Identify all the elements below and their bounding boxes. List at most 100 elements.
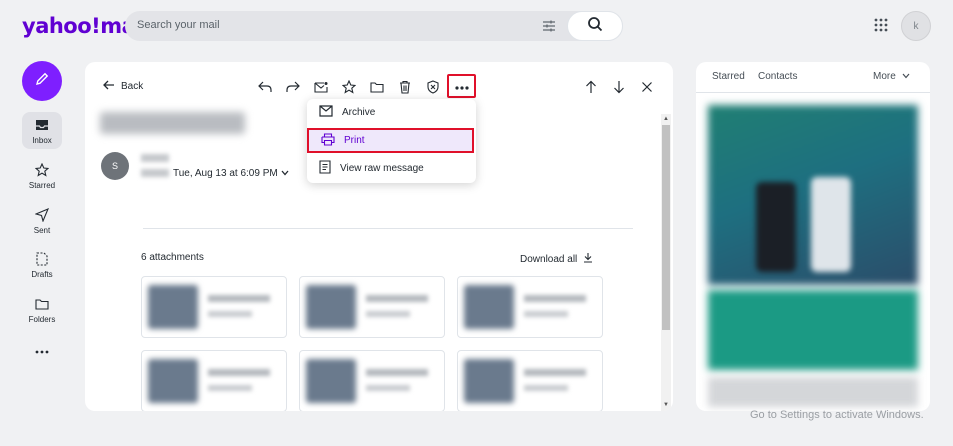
back-button[interactable]: Back: [103, 80, 143, 93]
menu-item-archive[interactable]: Archive: [307, 100, 476, 125]
attachment-card[interactable]: [299, 350, 445, 411]
star-icon[interactable]: [341, 79, 357, 95]
sidebar-more-button[interactable]: [22, 344, 62, 363]
more-actions-menu: Archive Print View raw message: [307, 99, 476, 183]
mark-unread-icon[interactable]: [313, 79, 329, 95]
attachment-card[interactable]: [457, 350, 603, 411]
attachment-filename: [366, 295, 428, 302]
attachment-thumbnail: [148, 359, 198, 403]
folder-icon: [22, 296, 62, 312]
attachment-filename: [524, 369, 586, 376]
attachment-thumbnail: [464, 359, 514, 403]
send-icon: [22, 207, 62, 223]
attachment-filename: [208, 369, 270, 376]
advertisement-banner[interactable]: [708, 290, 918, 370]
menu-item-label: Print: [344, 135, 365, 146]
archive-icon: [319, 105, 333, 120]
sidebar-item-label: Drafts: [31, 270, 53, 279]
message-date[interactable]: Tue, Aug 13 at 6:09 PM: [173, 168, 289, 179]
reply-icon[interactable]: [257, 79, 273, 95]
spam-shield-icon[interactable]: [425, 79, 441, 95]
more-actions-button[interactable]: [447, 74, 476, 98]
search-button[interactable]: [567, 11, 623, 41]
search-bar[interactable]: Search your mail: [125, 11, 623, 41]
attachment-filename: [208, 295, 270, 302]
move-folder-icon[interactable]: [369, 79, 385, 95]
ad-image: [811, 177, 851, 272]
attachment-card[interactable]: [299, 276, 445, 338]
sender-email: [141, 169, 169, 177]
download-icon: [583, 252, 593, 266]
divider: [143, 228, 633, 229]
arrow-down-icon[interactable]: [611, 79, 627, 95]
chevron-down-icon: [281, 168, 289, 179]
apps-grid-icon[interactable]: [874, 18, 888, 32]
compose-button[interactable]: [22, 61, 62, 101]
sender-avatar: S: [101, 152, 129, 180]
subject-heading: [100, 112, 245, 134]
sidebar-item-label: Sent: [33, 226, 51, 235]
download-all-label: Download all: [520, 253, 578, 265]
divider: [696, 92, 930, 93]
star-icon: [22, 162, 62, 178]
ad-image: [756, 182, 796, 272]
sidebar-item-folders[interactable]: Folders: [22, 296, 62, 324]
document-icon: [319, 160, 331, 177]
download-all-button[interactable]: Download all: [520, 252, 593, 266]
menu-item-label: View raw message: [340, 163, 424, 174]
attachment-thumbnail: [306, 359, 356, 403]
tab-contacts[interactable]: Contacts: [758, 71, 797, 82]
sidebar-item-label: Starred: [28, 181, 56, 190]
sidebar-item-drafts[interactable]: Drafts: [22, 251, 62, 279]
attachment-size: [524, 385, 568, 391]
attachment-thumbnail: [306, 285, 356, 329]
scrollbar-thumb[interactable]: [662, 125, 670, 330]
more-horizontal-icon: [454, 77, 469, 95]
attachment-size: [208, 385, 252, 391]
right-panel-more-label: More: [873, 71, 896, 82]
sidebar-item-label: Inbox: [32, 136, 52, 145]
attachment-card[interactable]: [141, 350, 287, 411]
menu-item-view-raw-message[interactable]: View raw message: [307, 156, 476, 181]
arrow-left-icon: [103, 80, 115, 93]
attachment-card[interactable]: [141, 276, 287, 338]
sidebar-item-sent[interactable]: Sent: [22, 207, 62, 235]
trash-icon[interactable]: [397, 79, 413, 95]
scroll-up-arrow-icon[interactable]: ▲: [662, 115, 670, 123]
close-icon[interactable]: [639, 79, 655, 95]
chevron-down-icon: [902, 71, 910, 82]
sender-name[interactable]: [141, 154, 169, 162]
attachment-size: [524, 311, 568, 317]
filter-icon[interactable]: [541, 18, 557, 34]
right-panel: Starred Contacts More: [696, 62, 930, 411]
printer-icon: [321, 132, 335, 149]
sidebar-item-label: Folders: [28, 315, 56, 324]
inbox-icon: [22, 117, 62, 133]
more-horizontal-icon: [22, 344, 62, 360]
attachment-size: [208, 311, 252, 317]
attachment-filename: [366, 369, 428, 376]
account-avatar[interactable]: k: [901, 11, 931, 41]
sidebar-item-starred[interactable]: Starred: [22, 162, 62, 190]
tab-starred[interactable]: Starred: [712, 71, 745, 82]
arrow-up-icon[interactable]: [583, 79, 599, 95]
search-icon: [587, 16, 603, 37]
sidebar-item-inbox[interactable]: Inbox: [22, 112, 62, 149]
scroll-down-arrow-icon[interactable]: ▼: [662, 401, 670, 409]
search-input[interactable]: Search your mail: [137, 19, 220, 31]
attachment-size: [366, 311, 410, 317]
attachment-size: [366, 385, 410, 391]
forward-icon[interactable]: [285, 79, 301, 95]
draft-icon: [22, 251, 62, 267]
pencil-icon: [34, 71, 50, 92]
menu-item-label: Archive: [342, 107, 376, 118]
attachment-thumbnail: [464, 285, 514, 329]
menu-item-print[interactable]: Print: [307, 128, 474, 153]
windows-activation-watermark: Go to Settings to activate Windows.: [750, 409, 924, 421]
ad-text: [708, 377, 918, 407]
back-label: Back: [121, 81, 144, 92]
attachments-count: 6 attachments: [141, 252, 204, 263]
attachment-card[interactable]: [457, 276, 603, 338]
right-panel-more-button[interactable]: More: [873, 71, 910, 82]
attachment-filename: [524, 295, 586, 302]
